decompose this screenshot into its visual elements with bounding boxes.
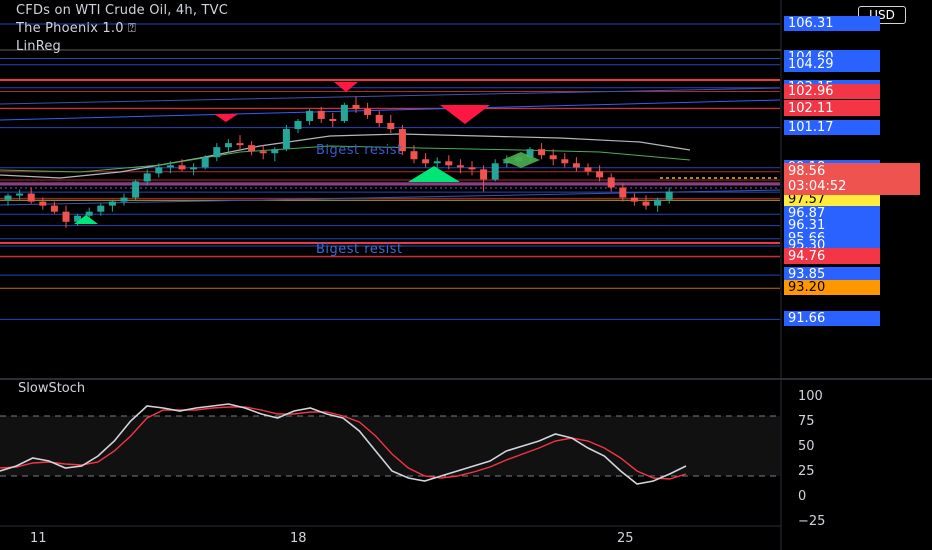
candle-body — [166, 165, 174, 168]
stoch-tick-25: 25 — [798, 464, 815, 479]
last-price-value: 98.56 — [788, 164, 826, 179]
candle-body — [4, 195, 12, 200]
candle-body — [352, 104, 360, 109]
candle-body — [236, 143, 244, 146]
x-tick-11: 11 — [30, 531, 47, 546]
candle-body — [561, 159, 569, 164]
candle-body — [190, 167, 198, 170]
sell-signal-marker — [334, 82, 358, 92]
candle-body — [468, 167, 476, 170]
candle-body — [619, 187, 627, 198]
candle-body — [665, 191, 673, 200]
stoch-tick-50: 50 — [798, 439, 815, 454]
diamond-marker — [502, 152, 540, 168]
oscillator-label[interactable]: SlowStoch — [18, 381, 85, 396]
stoch-tick-100: 100 — [798, 389, 823, 404]
candle-body — [213, 147, 221, 158]
linreg-mid — [0, 99, 781, 121]
candle-body — [549, 155, 557, 160]
candle-body — [340, 104, 348, 121]
candle-body — [317, 110, 325, 119]
linreg-upper — [0, 87, 781, 105]
price-label: 102.96 — [784, 84, 880, 99]
buy-signal-big — [408, 166, 460, 182]
candle-body — [654, 199, 662, 206]
indicator-linreg-label[interactable]: LinReg — [16, 39, 61, 54]
candle-body — [259, 151, 267, 154]
candle-body — [62, 211, 70, 222]
price-label: 91.66 — [784, 311, 880, 326]
candle-body — [201, 157, 209, 168]
candle-body — [607, 177, 615, 188]
price-label: 101.17 — [784, 120, 880, 135]
price-label: 93.20 — [784, 280, 880, 295]
candle-body — [155, 167, 163, 174]
candle-body — [271, 149, 279, 154]
candle-body — [50, 205, 58, 212]
candle-body — [375, 114, 383, 123]
stoch-band — [0, 416, 780, 476]
candle-body — [108, 201, 116, 206]
candle-body — [97, 205, 105, 212]
candle-body — [143, 173, 151, 182]
candle-body — [422, 159, 430, 164]
candle-body — [491, 163, 499, 180]
last-price-tag: 98.56 03:04:52 — [784, 163, 920, 195]
candle-body — [410, 151, 418, 160]
candle-body — [572, 163, 580, 168]
sell-signal-big — [440, 105, 490, 124]
candle-body — [27, 193, 35, 202]
candle-body — [178, 165, 186, 170]
candle-body — [456, 165, 464, 168]
candle-body — [630, 197, 638, 202]
candle-body — [282, 129, 290, 150]
bar-countdown: 03:04:52 — [788, 179, 847, 194]
candle-body — [120, 197, 128, 202]
x-tick-25: 25 — [617, 531, 634, 546]
candle-body — [329, 118, 337, 121]
candle-body — [132, 181, 140, 198]
candle-body — [294, 120, 302, 130]
candle-body — [642, 201, 650, 206]
candle-body — [39, 201, 47, 206]
candle-body — [387, 122, 395, 130]
candle-body — [596, 171, 604, 178]
candle-body — [538, 149, 546, 156]
candle-body — [433, 161, 441, 164]
price-label: 106.31 — [784, 16, 880, 31]
annotation-resist-lower: Bigest resist — [316, 242, 403, 257]
candle-body — [306, 110, 314, 121]
price-label: 102.11 — [784, 101, 880, 116]
symbol-title[interactable]: CFDs on WTI Crude Oil, 4h, TVC — [16, 3, 228, 18]
candle-body — [224, 143, 232, 148]
candle-body — [16, 193, 24, 196]
candle-body — [445, 161, 453, 166]
price-label: 94.76 — [784, 249, 880, 264]
stoch-tick-minus25: −25 — [798, 514, 826, 529]
sell-signal-marker — [214, 114, 238, 122]
stoch-tick-0: 0 — [798, 489, 807, 504]
x-tick-18: 18 — [290, 531, 307, 546]
candle-body — [85, 211, 93, 216]
indicator-phoenix-label[interactable]: The Phoenix 1.0 ⍰ — [16, 21, 136, 36]
stoch-tick-75: 75 — [798, 414, 815, 429]
annotation-resist-upper: Bigest resist — [316, 143, 403, 158]
candle-body — [248, 145, 256, 152]
candle-body — [364, 108, 372, 115]
candle-body — [584, 167, 592, 172]
candle-body — [480, 169, 488, 180]
price-label: 104.29 — [784, 57, 880, 72]
